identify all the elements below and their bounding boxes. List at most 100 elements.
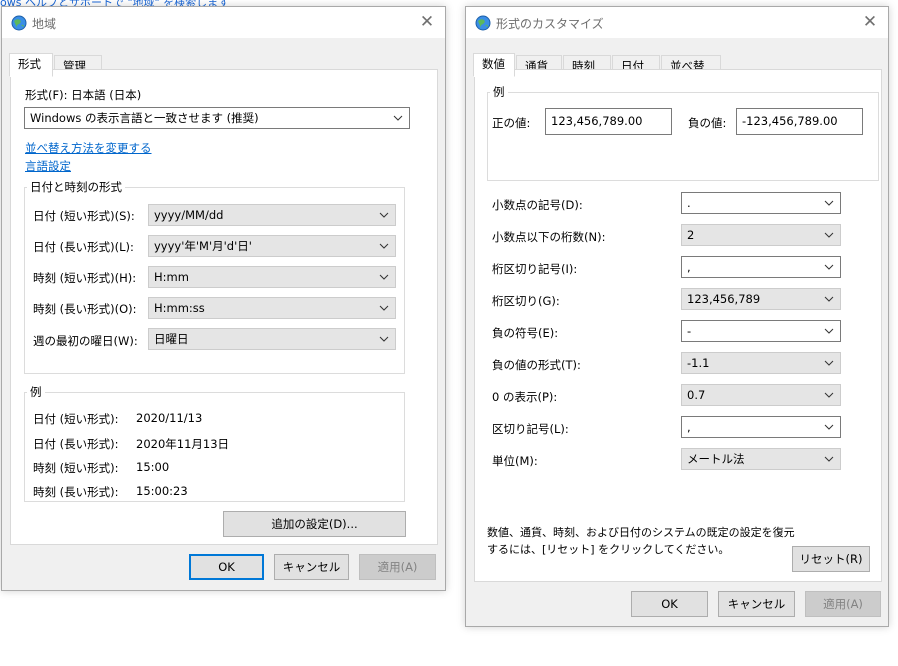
reset-description-line1: 数値、通貨、時刻、および日付のシステムの既定の設定を復元: [487, 526, 795, 539]
format-combo[interactable]: Windows の表示言語と一致させます (推奨): [24, 107, 410, 129]
negative-format-label: 負の値の形式(T):: [492, 358, 581, 372]
tab-format[interactable]: 形式: [9, 53, 53, 77]
chevron-down-icon: [824, 232, 834, 238]
short-date-label: 日付 (短い形式)(S):: [33, 209, 135, 223]
digit-grouping-symbol-value: ,: [687, 260, 691, 274]
chevron-down-icon: [824, 200, 834, 206]
negative-sign-label: 負の符号(E):: [492, 326, 559, 340]
close-icon[interactable]: ✕: [858, 11, 882, 33]
leading-zero-value: 0.7: [687, 388, 706, 402]
measurement-value: メートル法: [687, 452, 745, 466]
chevron-down-icon: [379, 212, 389, 218]
negative-format-combo[interactable]: -1.1: [681, 352, 841, 374]
customize-format-dialog: 形式のカスタマイズ ✕ 数値 通貨 時刻 日付 並べ替え 例 正の値: 123,…: [465, 6, 889, 627]
example-group: 例: [487, 84, 879, 181]
digit-grouping-symbol-label: 桁区切り記号(I):: [492, 262, 578, 276]
region-dialog: 地域 ✕ 形式 管理 形式(F): 日本語 (日本) Windows の表示言語…: [1, 6, 446, 591]
chevron-down-icon: [824, 264, 834, 270]
long-time-label: 時刻 (長い形式)(O):: [33, 302, 137, 316]
chevron-down-icon: [379, 274, 389, 280]
apply-button[interactable]: 適用(A): [805, 591, 881, 617]
example-group-title: 例: [27, 384, 45, 400]
chevron-down-icon: [824, 392, 834, 398]
digit-grouping-combo[interactable]: 123,456,789: [681, 288, 841, 310]
list-separator-label: 区切り記号(L):: [492, 422, 569, 436]
number-panel: 例 正の値: 123,456,789.00 負の値: -123,456,789.…: [474, 69, 882, 582]
leading-zero-combo[interactable]: 0.7: [681, 384, 841, 406]
decimal-digits-label: 小数点以下の桁数(N):: [492, 230, 606, 244]
chevron-down-icon: [379, 243, 389, 249]
digit-grouping-symbol-combo[interactable]: ,: [681, 256, 841, 278]
decimal-symbol-combo[interactable]: .: [681, 192, 841, 214]
decimal-digits-combo[interactable]: 2: [681, 224, 841, 246]
globe-icon: [11, 15, 27, 31]
positive-value-box: 123,456,789.00: [545, 108, 672, 135]
globe-icon: [475, 15, 491, 31]
first-day-combo[interactable]: 日曜日: [148, 328, 396, 350]
cancel-button[interactable]: キャンセル: [718, 591, 795, 617]
long-time-value: H:mm:ss: [154, 301, 205, 315]
short-time-value: H:mm: [154, 270, 189, 284]
window-title: 形式のカスタマイズ: [496, 17, 604, 31]
example-short-date-value: 2020/11/13: [136, 411, 203, 425]
format-panel: 形式(F): 日本語 (日本) Windows の表示言語と一致させます (推奨…: [10, 69, 438, 545]
digit-grouping-value: 123,456,789: [687, 292, 761, 306]
cancel-button[interactable]: キャンセル: [274, 554, 349, 580]
short-date-value: yyyy/MM/dd: [154, 208, 224, 222]
short-time-label: 時刻 (短い形式)(H):: [33, 271, 137, 285]
example-long-date-label: 日付 (長い形式):: [33, 437, 119, 451]
chevron-down-icon: [393, 115, 403, 121]
example-long-time-label: 時刻 (長い形式):: [33, 485, 119, 499]
reset-button[interactable]: リセット(R): [792, 546, 870, 572]
short-date-combo[interactable]: yyyy/MM/dd: [148, 204, 396, 226]
chevron-down-icon: [824, 424, 834, 430]
example-group-title: 例: [490, 84, 508, 100]
format-label: 形式(F): 日本語 (日本): [25, 88, 142, 102]
chevron-down-icon: [824, 296, 834, 302]
ok-button[interactable]: OK: [189, 554, 264, 580]
format-combo-value: Windows の表示言語と一致させます (推奨): [30, 111, 259, 125]
long-time-combo[interactable]: H:mm:ss: [148, 297, 396, 319]
example-long-time-value: 15:00:23: [136, 484, 188, 498]
negative-format-value: -1.1: [687, 356, 710, 370]
change-sort-link[interactable]: 並べ替え方法を変更する: [25, 140, 152, 156]
example-short-time-value: 15:00: [136, 460, 170, 474]
example-long-date-value: 2020年11月13日: [136, 437, 230, 451]
window-title: 地域: [32, 17, 57, 31]
datetime-group-title: 日付と時刻の形式: [27, 179, 125, 195]
negative-value-box: -123,456,789.00: [736, 108, 863, 135]
decimal-symbol-value: .: [687, 196, 691, 210]
measurement-label: 単位(M):: [492, 454, 538, 468]
additional-settings-button[interactable]: 追加の設定(D)...: [223, 511, 406, 537]
digit-grouping-label: 桁区切り(G):: [492, 294, 560, 308]
negative-label: 負の値:: [688, 116, 727, 130]
apply-button[interactable]: 適用(A): [359, 554, 436, 580]
reset-description-line2: するには、[リセット] をクリックしてください。: [487, 543, 730, 556]
example-short-date-label: 日付 (短い形式):: [33, 412, 119, 426]
title-bar: 形式のカスタマイズ ✕: [466, 7, 888, 38]
decimal-digits-value: 2: [687, 228, 695, 242]
title-bar: 地域 ✕: [2, 7, 445, 38]
language-settings-link[interactable]: 言語設定: [25, 158, 71, 174]
list-separator-combo[interactable]: ,: [681, 416, 841, 438]
first-day-value: 日曜日: [154, 332, 189, 346]
close-icon[interactable]: ✕: [415, 11, 439, 33]
first-day-label: 週の最初の曜日(W):: [33, 334, 138, 348]
long-date-combo[interactable]: yyyy'年'M'月'd'日': [148, 235, 396, 257]
positive-label: 正の値:: [492, 116, 531, 130]
decimal-symbol-label: 小数点の記号(D):: [492, 198, 583, 212]
example-short-time-label: 時刻 (短い形式):: [33, 461, 119, 475]
negative-sign-value: -: [687, 324, 692, 338]
ok-button[interactable]: OK: [631, 591, 708, 617]
short-time-combo[interactable]: H:mm: [148, 266, 396, 288]
list-separator-value: ,: [687, 420, 691, 434]
chevron-down-icon: [824, 328, 834, 334]
chevron-down-icon: [379, 305, 389, 311]
tab-number[interactable]: 数値: [473, 53, 515, 77]
negative-value: -123,456,789.00: [742, 114, 838, 128]
negative-sign-combo[interactable]: -: [681, 320, 841, 342]
chevron-down-icon: [379, 336, 389, 342]
chevron-down-icon: [824, 360, 834, 366]
positive-value: 123,456,789.00: [551, 114, 643, 128]
measurement-combo[interactable]: メートル法: [681, 448, 841, 470]
